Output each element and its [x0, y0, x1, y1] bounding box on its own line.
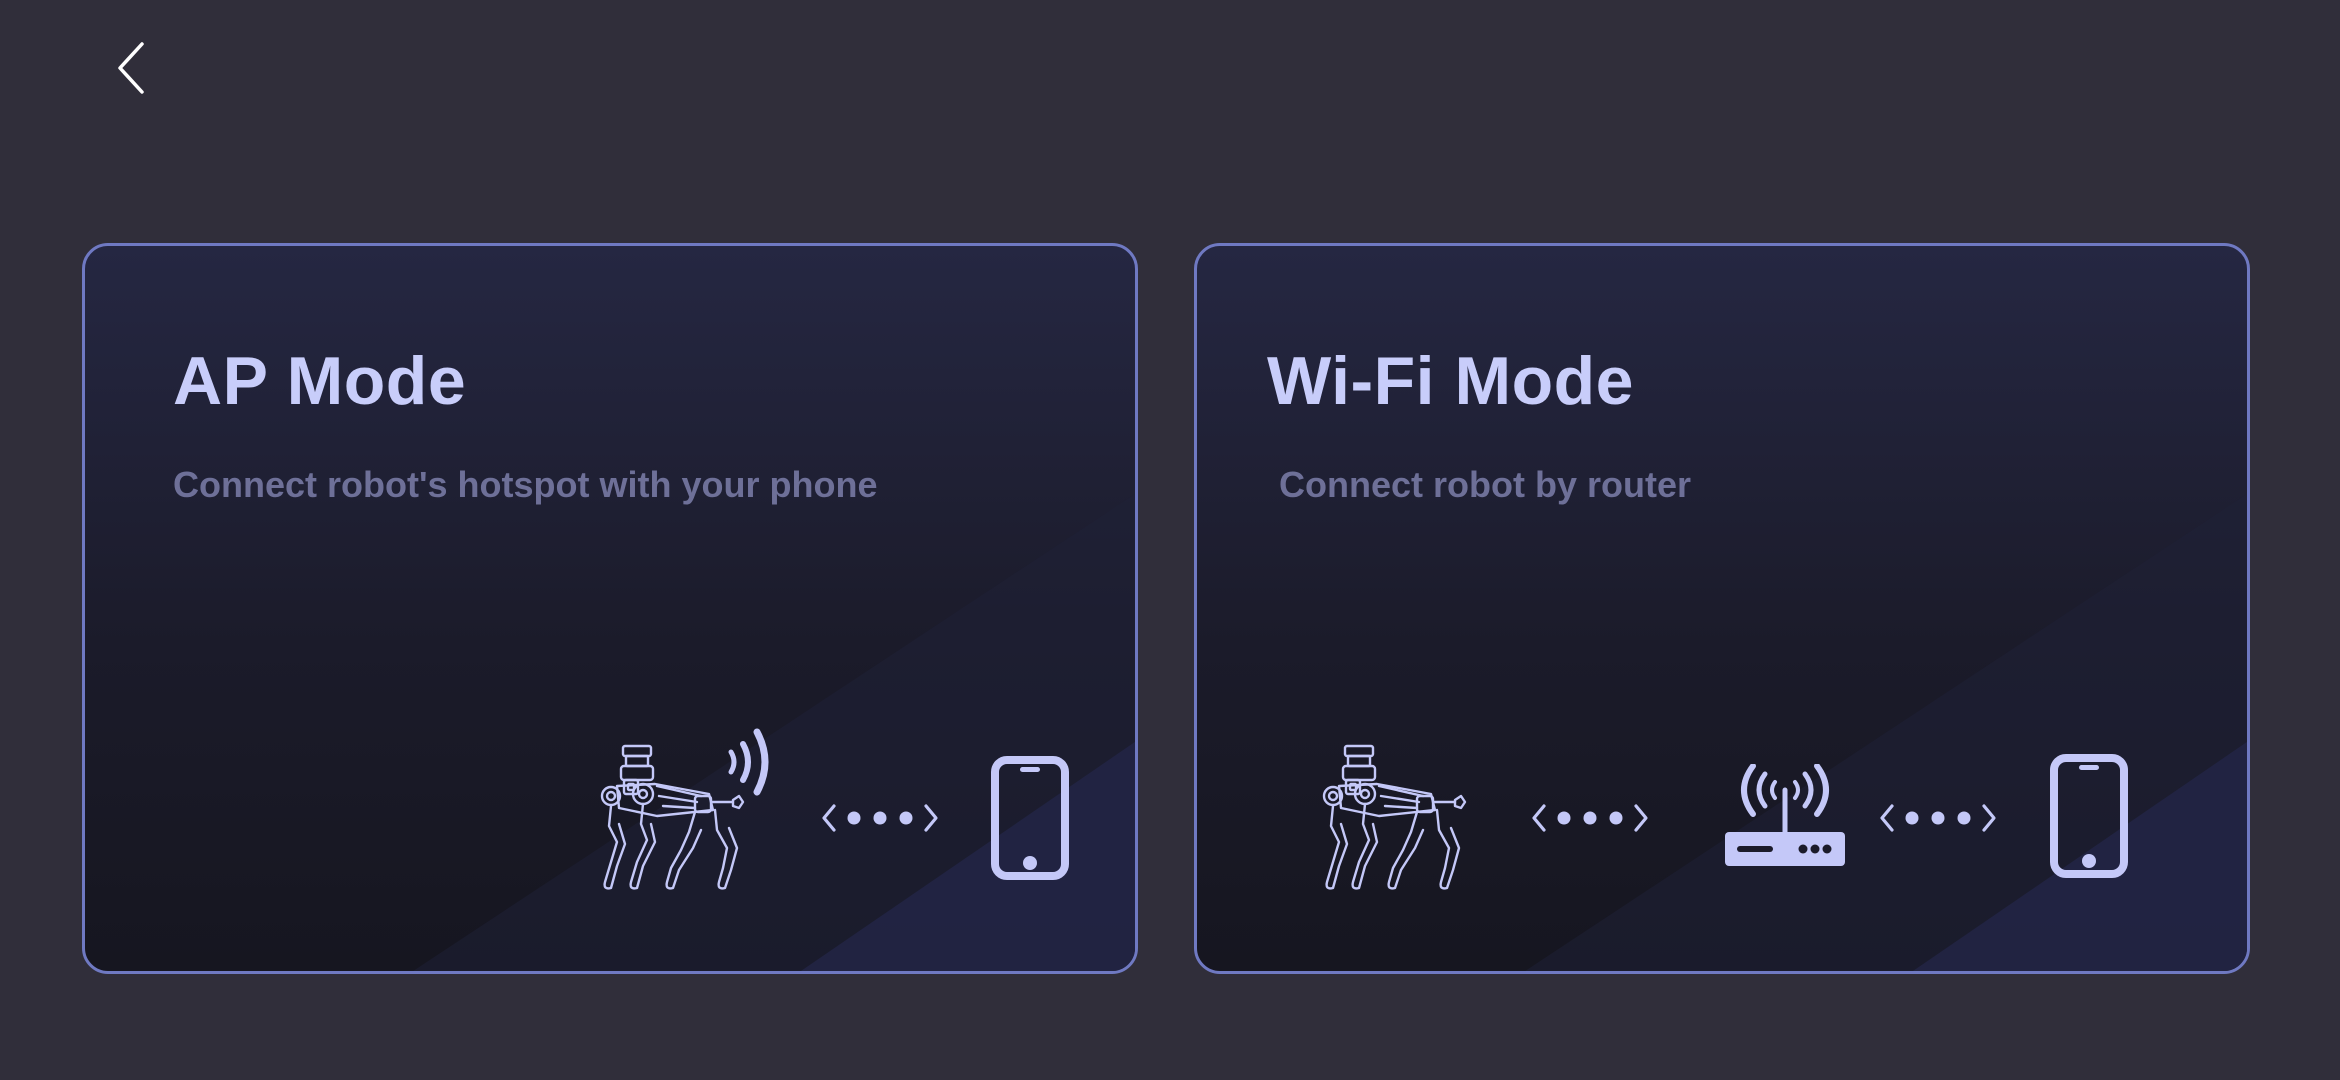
wireless-signal-icon: [728, 728, 769, 796]
bidirectional-dots-icon: [1880, 804, 1996, 832]
ap-mode-card[interactable]: AP Mode Connect robot's hotspot with you…: [82, 243, 1138, 974]
card-description: Connect robot's hotspot with your phone: [173, 464, 878, 505]
bidirectional-dots-icon: [1532, 804, 1648, 832]
bidirectional-dots-icon: [822, 804, 938, 832]
chevron-left-icon: [118, 42, 144, 94]
back-button[interactable]: [100, 36, 164, 100]
card-title: AP Mode: [173, 343, 467, 419]
smartphone-icon: [2049, 754, 2129, 878]
card-description: Connect robot by router: [1279, 464, 1691, 505]
wifi-mode-card[interactable]: Wi-Fi Mode Connect robot by router: [1194, 243, 2250, 974]
robot-dog-icon: [1322, 744, 1467, 890]
smartphone-icon: [990, 756, 1070, 880]
router-icon: [1725, 764, 1845, 866]
card-title: Wi-Fi Mode: [1267, 343, 1634, 419]
